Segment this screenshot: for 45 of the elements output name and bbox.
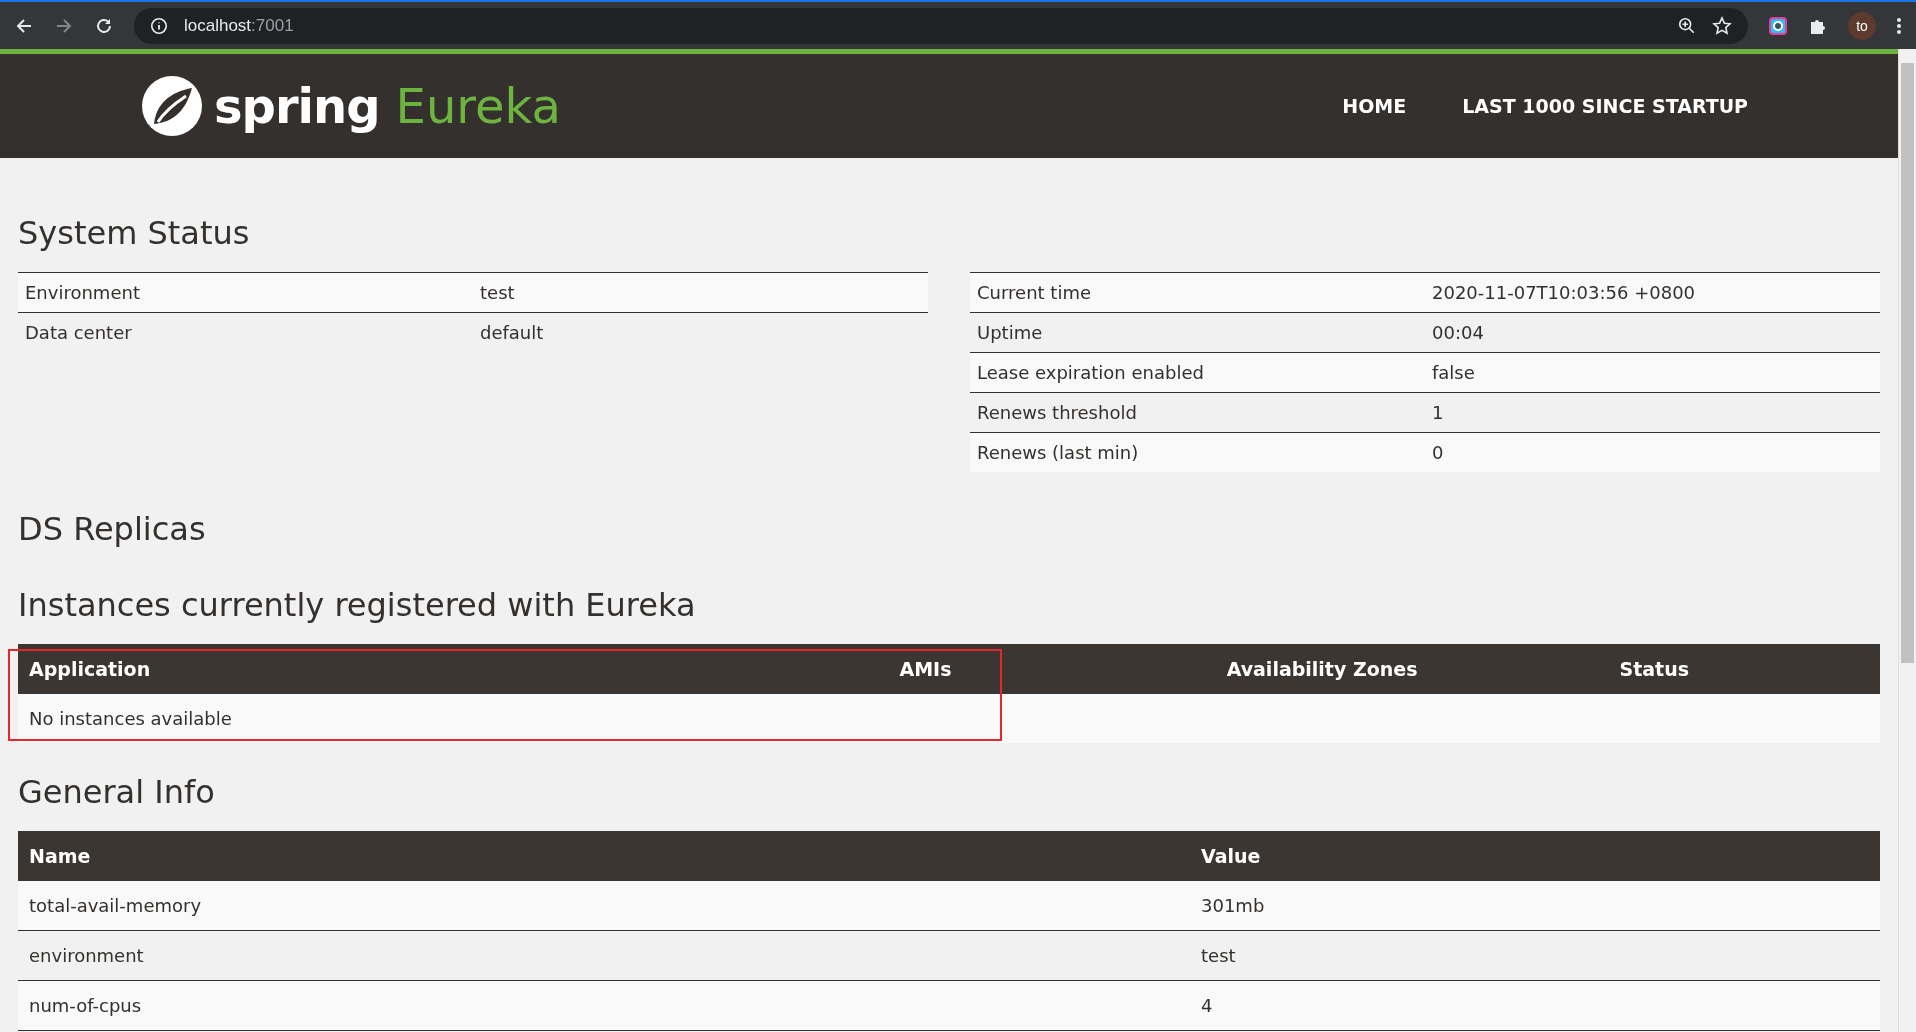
column-header: Name bbox=[18, 831, 1190, 881]
table-cell: total-avail-memory bbox=[18, 881, 1190, 931]
section-title: DS Replicas bbox=[18, 510, 207, 548]
table-cell: Environment bbox=[18, 272, 473, 313]
table-cell: 00:04 bbox=[1425, 312, 1880, 353]
nav-link[interactable]: HOME bbox=[1342, 95, 1407, 117]
leaf-logo-icon bbox=[140, 74, 204, 138]
table-cell: Uptime bbox=[970, 312, 1425, 353]
scrollbar[interactable] bbox=[1898, 49, 1916, 1032]
table-cell: Renews threshold bbox=[970, 392, 1425, 433]
section-title: General Info bbox=[18, 773, 216, 811]
section-title: Instances currently registered with Eureka bbox=[18, 586, 697, 624]
url-text: localhost:7001 bbox=[184, 15, 294, 36]
nav-link[interactable]: LAST 1000 SINCE STARTUP bbox=[1462, 95, 1748, 117]
column-header: Application bbox=[18, 644, 725, 694]
profile-avatar[interactable]: to bbox=[1848, 11, 1876, 40]
table-cell: num-of-cpus bbox=[18, 980, 1190, 1031]
extension-icon[interactable] bbox=[1768, 15, 1788, 36]
table-cell: test bbox=[473, 272, 928, 313]
table-cell: 4 bbox=[1190, 980, 1880, 1031]
table-cell: 301mb bbox=[1190, 881, 1880, 931]
logo-spring-text: spring bbox=[214, 78, 380, 134]
logo-product-text: Eureka bbox=[395, 78, 561, 134]
table-cell: 0 bbox=[1425, 432, 1880, 472]
table-cell: environment bbox=[18, 930, 1190, 981]
address-bar[interactable]: localhost:7001 bbox=[134, 7, 1748, 44]
info-icon bbox=[150, 16, 168, 35]
table-cell: 1 bbox=[1425, 392, 1880, 433]
column-header: Status bbox=[1428, 644, 1880, 694]
table-cell: false bbox=[1425, 352, 1880, 393]
menu-icon[interactable] bbox=[1896, 15, 1902, 36]
section-title: System Status bbox=[18, 214, 251, 252]
table-cell: 2020-11-07T10:03:56 +0800 bbox=[1425, 272, 1880, 313]
table-cell: test bbox=[1190, 930, 1880, 981]
table-cell: Data center bbox=[18, 312, 473, 352]
empty-message: No instances available bbox=[18, 694, 1880, 743]
zoom-icon[interactable] bbox=[1678, 16, 1696, 35]
table-cell: default bbox=[473, 312, 928, 352]
column-header: Value bbox=[1190, 831, 1880, 881]
column-header: AMIs bbox=[724, 644, 1127, 694]
column-header: Availability Zones bbox=[1126, 644, 1429, 694]
star-icon[interactable] bbox=[1712, 15, 1732, 36]
table-cell: Renews (last min) bbox=[970, 432, 1425, 472]
table-cell: Lease expiration enabled bbox=[970, 352, 1425, 393]
table-cell: Current time bbox=[970, 272, 1425, 313]
